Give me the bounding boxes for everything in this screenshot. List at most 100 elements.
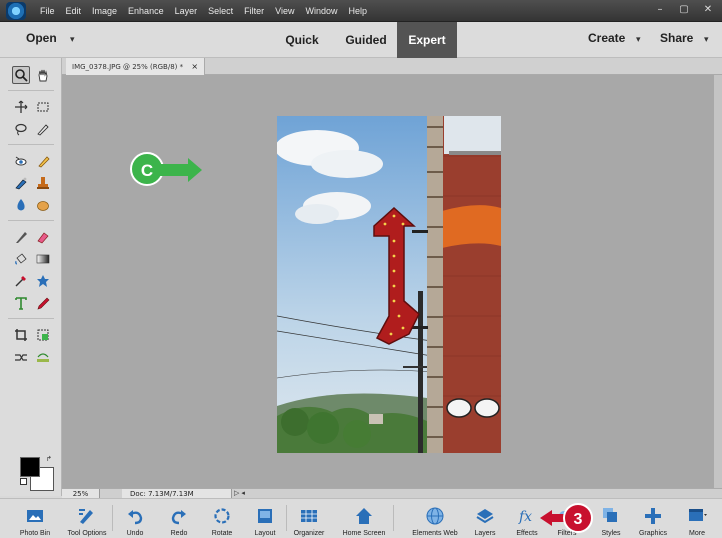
tab-guided[interactable]: Guided (335, 22, 397, 58)
plus-icon (645, 508, 661, 524)
tool-options-button[interactable]: Tool Options (68, 499, 106, 538)
move-tool-icon[interactable] (12, 98, 30, 116)
menu-bar: File Edit Image Enhance Layer Select Fil… (0, 0, 722, 22)
home-icon (356, 508, 372, 524)
quick-selection-tool-icon[interactable] (34, 120, 52, 138)
organizer-button[interactable]: Organizer (294, 499, 324, 538)
menu-edit[interactable]: Edit (66, 6, 82, 16)
menu-enhance[interactable]: Enhance (128, 6, 164, 16)
layout-button[interactable]: Layout (252, 499, 278, 538)
open-button[interactable]: Open (26, 31, 57, 45)
photo-bin-button[interactable]: Photo Bin (20, 499, 50, 538)
share-dropdown-icon[interactable]: ▾ (704, 34, 709, 45)
lasso-tool-icon[interactable] (12, 120, 30, 138)
more-icon (689, 509, 707, 521)
eyedropper-tool-icon[interactable] (12, 272, 30, 290)
layers-label: Layers (474, 530, 496, 537)
eraser-tool-icon[interactable] (34, 228, 52, 246)
styles-button[interactable]: Styles (598, 499, 624, 538)
foreground-color-swatch[interactable] (20, 457, 40, 477)
graphics-label: Graphics (638, 530, 667, 537)
sponge-tool-icon[interactable] (34, 196, 52, 214)
app-logo-icon[interactable] (6, 2, 26, 20)
tab-quick[interactable]: Quick (272, 22, 332, 58)
menu-file[interactable]: File (40, 6, 55, 16)
document-image[interactable] (277, 116, 501, 453)
undo-icon (128, 510, 143, 525)
smart-brush-tool-icon[interactable] (34, 152, 52, 170)
brush-tool-icon[interactable] (12, 228, 30, 246)
swap-colors-icon[interactable]: ↱ (46, 455, 52, 463)
mode-bar: Open ▾ Quick Guided Expert Create ▾ Shar… (0, 22, 722, 58)
menu-items: File Edit Image Enhance Layer Select Fil… (40, 0, 378, 22)
graphics-button[interactable]: Graphics (639, 499, 667, 538)
elements-web-button[interactable]: Elements Web (412, 499, 458, 538)
undo-button[interactable]: Undo (122, 499, 148, 538)
create-button[interactable]: Create (588, 31, 625, 45)
crop-tool-icon[interactable] (12, 326, 30, 344)
document-tab-bar: IMG_0378.JPG @ 25% (RGB/8) * × (62, 58, 722, 75)
layout-icon (258, 509, 272, 523)
pencil-tool-icon[interactable] (34, 294, 52, 312)
redo-label: Redo (170, 530, 188, 537)
minimize-button[interactable]: – (650, 2, 670, 18)
globe-icon (426, 507, 444, 525)
menu-view[interactable]: View (275, 6, 294, 16)
rotate-button[interactable]: Rotate (209, 499, 235, 538)
tool-divider (8, 90, 54, 91)
tab-expert[interactable]: Expert (397, 22, 457, 58)
task-divider (286, 505, 287, 531)
layers-icon (476, 509, 494, 524)
type-tool-icon[interactable] (12, 294, 30, 312)
red-eye-tool-icon[interactable] (12, 152, 30, 170)
tool-options-icon (79, 509, 93, 524)
more-button[interactable]: More (684, 499, 710, 538)
styles-icon (603, 508, 617, 522)
hand-tool-icon[interactable] (34, 66, 52, 84)
svg-text:fx: fx (518, 509, 532, 525)
recompose-tool-icon[interactable] (34, 326, 52, 344)
menu-help[interactable]: Help (348, 6, 367, 16)
blur-tool-icon[interactable] (12, 196, 30, 214)
marquee-tool-icon[interactable] (34, 98, 52, 116)
menu-image[interactable]: Image (92, 6, 117, 16)
callout-3: 3 (563, 503, 593, 533)
organizer-label: Organizer (293, 530, 325, 537)
canvas-area[interactable] (62, 75, 714, 488)
gradient-tool-icon[interactable] (34, 250, 52, 268)
rotate-label: Rotate (211, 530, 233, 537)
menu-layer[interactable]: Layer (175, 6, 198, 16)
redo-button[interactable]: Redo (166, 499, 192, 538)
share-button[interactable]: Share (660, 31, 693, 45)
layout-label: Layout (254, 530, 276, 537)
undo-label: Undo (126, 530, 144, 537)
content-aware-move-icon[interactable] (12, 348, 30, 366)
organizer-icon (301, 510, 317, 522)
clone-stamp-icon[interactable] (34, 174, 52, 192)
spot-healing-brush-icon[interactable] (12, 174, 30, 192)
paint-bucket-icon[interactable] (12, 250, 30, 268)
menu-window[interactable]: Window (305, 6, 337, 16)
custom-shape-tool-icon[interactable] (34, 272, 52, 290)
create-dropdown-icon[interactable]: ▾ (636, 34, 641, 45)
restore-button[interactable]: ▢ (674, 2, 694, 18)
home-screen-button[interactable]: Home Screen (343, 499, 385, 538)
open-dropdown-icon[interactable]: ▾ (70, 34, 75, 45)
straighten-tool-icon[interactable] (34, 348, 52, 366)
effects-button[interactable]: fx Effects (514, 499, 540, 538)
document-tab-title: IMG_0378.JPG @ 25% (RGB/8) * (72, 63, 184, 71)
layers-button[interactable]: Layers (472, 499, 498, 538)
vertical-scrollbar[interactable] (714, 75, 722, 488)
zoom-tool-icon[interactable] (12, 66, 30, 84)
default-colors-icon[interactable] (20, 478, 27, 485)
document-tab[interactable]: IMG_0378.JPG @ 25% (RGB/8) * × (66, 58, 206, 75)
menu-filter[interactable]: Filter (244, 6, 264, 16)
task-bar: Photo Bin Tool Options Undo Redo Rotate … (0, 498, 722, 538)
close-document-icon[interactable]: × (191, 62, 198, 71)
close-button[interactable]: ✕ (698, 2, 718, 18)
styles-label: Styles (601, 530, 621, 537)
menu-select[interactable]: Select (208, 6, 233, 16)
elements-web-label: Elements Web (412, 530, 458, 537)
task-divider (393, 505, 394, 531)
tool-divider (8, 144, 54, 145)
